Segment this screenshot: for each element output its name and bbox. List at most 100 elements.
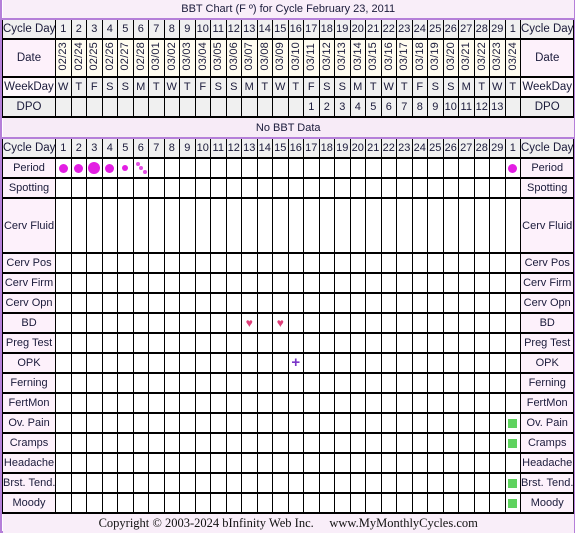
moody-cell[interactable] (365, 493, 382, 514)
cerv-firm-cell[interactable] (458, 273, 475, 294)
ferning-cell[interactable] (179, 373, 196, 394)
fertmon-cell[interactable] (396, 393, 413, 414)
cerv-fluid-cell[interactable] (303, 198, 320, 254)
bd-cell[interactable] (194, 313, 211, 334)
cerv-firm-cell[interactable] (272, 273, 289, 294)
spotting-cell[interactable] (473, 178, 490, 199)
preg-test-cell[interactable] (132, 333, 149, 354)
cerv-fluid-cell[interactable] (489, 198, 506, 254)
period-cell[interactable] (256, 158, 273, 179)
preg-test-cell[interactable] (318, 333, 335, 354)
fertmon-cell[interactable] (303, 393, 320, 414)
cerv-pos-cell[interactable] (303, 253, 320, 274)
brst-tend-cell[interactable] (148, 473, 165, 494)
headache-cell[interactable] (179, 453, 196, 474)
cramps-cell[interactable] (148, 433, 165, 454)
opk-cell[interactable] (272, 353, 289, 374)
cerv-pos-cell[interactable] (318, 253, 335, 274)
cerv-firm-cell[interactable] (163, 273, 180, 294)
fertmon-cell[interactable] (101, 393, 118, 414)
bd-cell[interactable] (55, 313, 72, 334)
preg-test-cell[interactable] (504, 333, 521, 354)
spotting-cell[interactable] (303, 178, 320, 199)
fertmon-cell[interactable] (210, 393, 227, 414)
cerv-fluid-cell[interactable] (117, 198, 134, 254)
moody-cell[interactable] (86, 493, 103, 514)
bd-cell[interactable] (101, 313, 118, 334)
brst-tend-cell[interactable] (504, 473, 521, 494)
cerv-pos-cell[interactable] (132, 253, 149, 274)
cerv-opn-cell[interactable] (504, 293, 521, 314)
moody-cell[interactable] (489, 493, 506, 514)
period-cell[interactable] (380, 158, 397, 179)
fertmon-cell[interactable] (132, 393, 149, 414)
ferning-cell[interactable] (365, 373, 382, 394)
cerv-firm-cell[interactable] (287, 273, 304, 294)
ferning-cell[interactable] (101, 373, 118, 394)
bd-cell[interactable] (70, 313, 87, 334)
cerv-opn-cell[interactable] (225, 293, 242, 314)
cerv-opn-cell[interactable] (148, 293, 165, 314)
brst-tend-cell[interactable] (225, 473, 242, 494)
period-cell[interactable] (70, 158, 87, 179)
ov-pain-cell[interactable] (334, 413, 351, 434)
cerv-firm-cell[interactable] (194, 273, 211, 294)
cerv-opn-cell[interactable] (303, 293, 320, 314)
ov-pain-cell[interactable] (101, 413, 118, 434)
headache-cell[interactable] (504, 453, 521, 474)
brst-tend-cell[interactable] (349, 473, 366, 494)
cerv-pos-cell[interactable] (225, 253, 242, 274)
cerv-opn-cell[interactable] (287, 293, 304, 314)
moody-cell[interactable] (241, 493, 258, 514)
ov-pain-cell[interactable] (442, 413, 459, 434)
ov-pain-cell[interactable] (179, 413, 196, 434)
cerv-firm-cell[interactable] (86, 273, 103, 294)
fertmon-cell[interactable] (380, 393, 397, 414)
fertmon-cell[interactable] (504, 393, 521, 414)
brst-tend-cell[interactable] (210, 473, 227, 494)
bd-cell[interactable] (442, 313, 459, 334)
ov-pain-cell[interactable] (86, 413, 103, 434)
period-cell[interactable] (427, 158, 444, 179)
cramps-cell[interactable] (256, 433, 273, 454)
cramps-cell[interactable] (442, 433, 459, 454)
preg-test-cell[interactable] (473, 333, 490, 354)
ferning-cell[interactable] (287, 373, 304, 394)
cerv-opn-cell[interactable] (427, 293, 444, 314)
preg-test-cell[interactable] (55, 333, 72, 354)
cerv-fluid-cell[interactable] (334, 198, 351, 254)
cerv-pos-cell[interactable] (287, 253, 304, 274)
moody-cell[interactable] (132, 493, 149, 514)
headache-cell[interactable] (256, 453, 273, 474)
cerv-fluid-cell[interactable] (86, 198, 103, 254)
moody-cell[interactable] (163, 493, 180, 514)
cerv-fluid-cell[interactable] (132, 198, 149, 254)
brst-tend-cell[interactable] (163, 473, 180, 494)
cerv-fluid-cell[interactable] (427, 198, 444, 254)
opk-cell[interactable] (473, 353, 490, 374)
ferning-cell[interactable] (458, 373, 475, 394)
period-cell[interactable] (365, 158, 382, 179)
cerv-fluid-cell[interactable] (365, 198, 382, 254)
bd-cell[interactable] (117, 313, 134, 334)
headache-cell[interactable] (334, 453, 351, 474)
ov-pain-cell[interactable] (411, 413, 428, 434)
opk-cell[interactable] (163, 353, 180, 374)
cerv-fluid-cell[interactable] (225, 198, 242, 254)
cramps-cell[interactable] (117, 433, 134, 454)
period-cell[interactable] (86, 158, 103, 179)
moody-cell[interactable] (473, 493, 490, 514)
ov-pain-cell[interactable] (210, 413, 227, 434)
preg-test-cell[interactable] (396, 333, 413, 354)
opk-cell[interactable] (427, 353, 444, 374)
headache-cell[interactable] (458, 453, 475, 474)
moody-cell[interactable] (349, 493, 366, 514)
ferning-cell[interactable] (241, 373, 258, 394)
preg-test-cell[interactable] (148, 333, 165, 354)
moody-cell[interactable] (70, 493, 87, 514)
cerv-firm-cell[interactable] (132, 273, 149, 294)
bd-cell[interactable] (349, 313, 366, 334)
headache-cell[interactable] (489, 453, 506, 474)
bd-cell[interactable] (210, 313, 227, 334)
cerv-fluid-cell[interactable] (101, 198, 118, 254)
